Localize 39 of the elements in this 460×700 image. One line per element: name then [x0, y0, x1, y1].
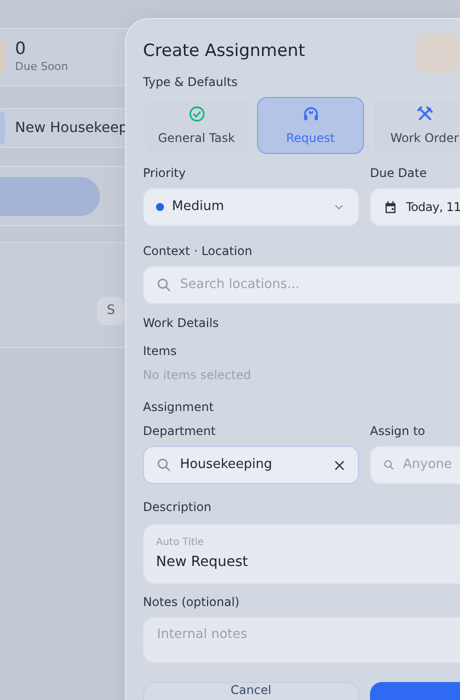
title-field[interactable]: Auto Title New Request: [143, 524, 460, 584]
clear-icon[interactable]: [333, 458, 346, 472]
due-date-field[interactable]: Today, 11: [370, 188, 460, 226]
search-icon: [156, 277, 172, 293]
stat-label: Due Soon: [15, 58, 68, 75]
assignee-search-field[interactable]: Anyone: [370, 446, 460, 484]
type-tab[interactable]: Work Order: [371, 97, 460, 154]
field-label: Notes (optional): [143, 594, 240, 611]
floating-label: Auto Title: [156, 536, 205, 550]
assignee-search-input[interactable]: Anyone: [403, 455, 460, 475]
field-label: Due Date: [370, 165, 428, 182]
tools-icon: [416, 104, 434, 122]
section-title: Assignment: [143, 399, 215, 416]
field-label: Items: [143, 343, 178, 360]
location-search-input[interactable]: Search locations...: [180, 275, 460, 295]
modal-title: Create Assignment: [143, 40, 305, 63]
field-label: Priority: [143, 165, 187, 182]
field-label: Department: [143, 423, 217, 440]
stat-value: 0: [15, 38, 27, 59]
title-value: New Request: [156, 553, 249, 572]
location-search-field[interactable]: Search locations...: [143, 266, 460, 304]
row-title: New Housekeep: [15, 118, 128, 138]
department-search-field[interactable]: Housekeeping: [143, 446, 359, 484]
pill-button[interactable]: [0, 176, 100, 216]
calendar-icon: [383, 200, 398, 214]
type-tab[interactable]: General Task: [143, 97, 250, 154]
field-label: Context · Location: [143, 243, 254, 260]
search-icon: [156, 457, 172, 473]
section-label: Type & Defaults: [143, 74, 239, 91]
field-label: Assign to: [370, 423, 426, 440]
empty-items-text: No items selected: [143, 367, 252, 384]
section-title: Work Details: [143, 315, 220, 332]
priority-select[interactable]: Medium: [143, 188, 359, 226]
field-label: Description: [143, 499, 212, 516]
notes-field[interactable]: Internal notes: [143, 617, 460, 663]
headset-icon: [302, 104, 320, 122]
cancel-button[interactable]: Cancel: [143, 682, 359, 700]
check-circle-icon: [188, 104, 206, 122]
chip[interactable]: S: [96, 297, 125, 325]
